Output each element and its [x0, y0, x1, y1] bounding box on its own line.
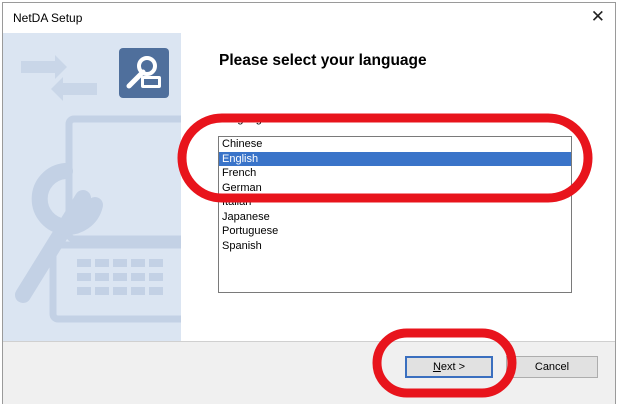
next-button[interactable]: Next >: [405, 356, 493, 378]
content-panel: Please select your language Language Chi…: [181, 33, 615, 341]
language-option-german[interactable]: German: [219, 181, 571, 196]
language-listbox[interactable]: Chinese English French German Italian Japanes…: [218, 136, 572, 293]
button-bar: Next > Cancel: [3, 341, 615, 404]
language-option-french[interactable]: French: [219, 166, 571, 181]
language-option-japanese[interactable]: Japanese: [219, 210, 571, 225]
sidebar-artwork: [3, 33, 181, 341]
network-arrows-icon: [21, 55, 97, 101]
window-title: NetDA Setup: [13, 11, 83, 25]
close-icon[interactable]: ✕: [591, 7, 605, 27]
wrench-icon: [126, 56, 161, 89]
setup-logo-icon: [119, 48, 169, 98]
setup-window: NetDA Setup ✕ Please select your languag…: [2, 2, 616, 404]
cancel-button[interactable]: Cancel: [506, 356, 598, 378]
language-option-italian[interactable]: Italian: [219, 195, 571, 210]
keyboard-keys: [77, 259, 163, 295]
language-option-portuguese[interactable]: Portuguese: [219, 224, 571, 239]
page-title: Please select your language: [219, 52, 427, 69]
language-option-english[interactable]: English: [219, 151, 571, 166]
title-bar: NetDA Setup ✕: [3, 3, 615, 33]
language-option-chinese[interactable]: Chinese: [219, 137, 571, 152]
next-button-label: ext >: [440, 361, 466, 373]
next-button-mnemonic: N: [432, 361, 441, 373]
language-option-spanish[interactable]: Spanish: [219, 239, 571, 254]
language-label: Language: [219, 113, 268, 125]
